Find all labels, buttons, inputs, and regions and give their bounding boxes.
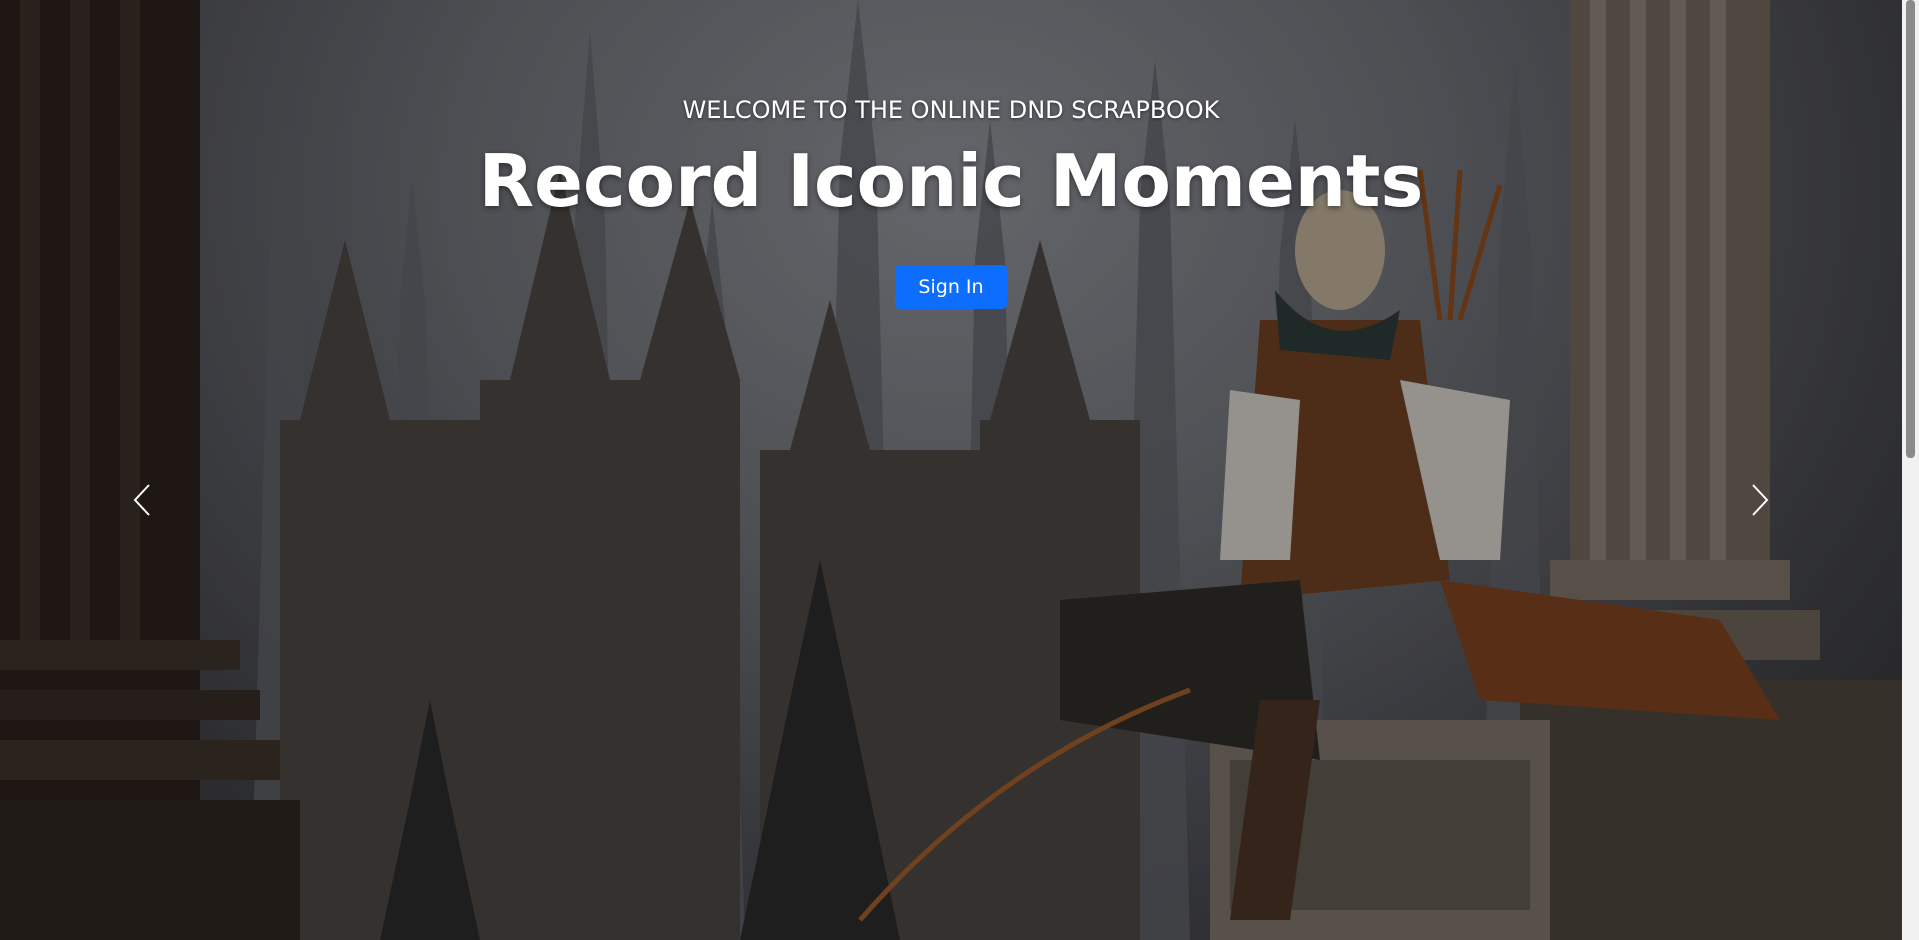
scrollbar-thumb[interactable] xyxy=(1906,0,1915,458)
sign-in-button[interactable]: Sign In xyxy=(895,265,1007,310)
hero-eyebrow: WELCOME TO THE ONLINE DND SCRAPBOOK xyxy=(682,96,1220,124)
carousel-prev-button[interactable] xyxy=(112,470,172,530)
hero-caption: WELCOME TO THE ONLINE DND SCRAPBOOK Reco… xyxy=(0,96,1902,310)
hero-headline: Record Iconic Moments xyxy=(478,139,1424,223)
page-viewport: WELCOME TO THE ONLINE DND SCRAPBOOK Reco… xyxy=(0,0,1902,940)
chevron-left-icon xyxy=(133,484,150,516)
carousel-next-button[interactable] xyxy=(1730,470,1790,530)
chevron-right-icon xyxy=(1752,484,1769,516)
vertical-scrollbar[interactable] xyxy=(1902,0,1919,940)
